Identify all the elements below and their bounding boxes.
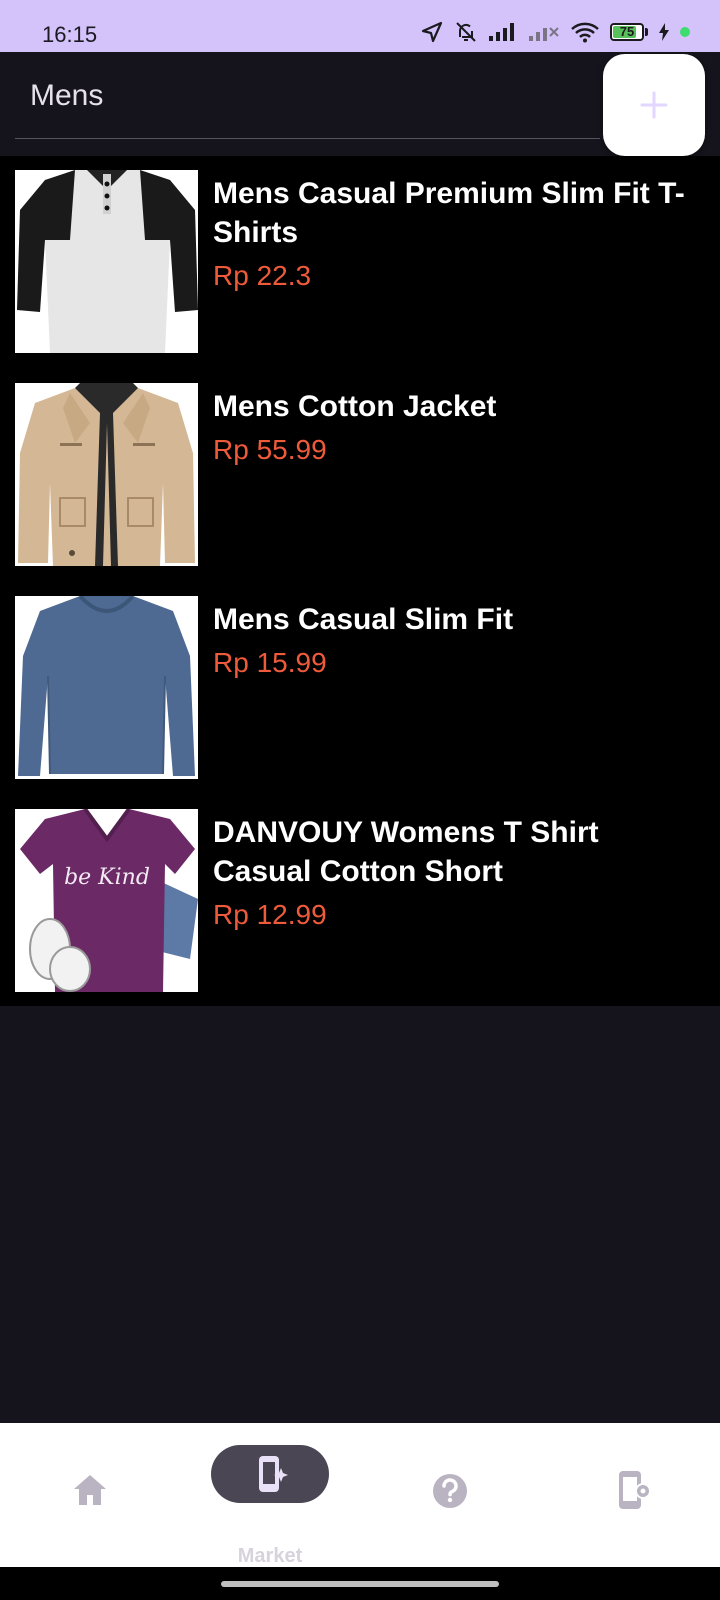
product-item[interactable]: Mens Casual Slim Fit Rp 15.99 xyxy=(0,582,720,788)
product-item[interactable]: Mens Cotton Jacket Rp 55.99 xyxy=(0,369,720,575)
help-icon xyxy=(433,1474,467,1508)
product-price: Rp 15.99 xyxy=(213,647,327,678)
charging-bolt-icon xyxy=(659,23,669,41)
product-price: Rp 55.99 xyxy=(213,434,327,465)
page-title: Mens xyxy=(30,79,104,112)
battery-tip xyxy=(645,28,648,36)
market-icon xyxy=(259,1456,288,1492)
status-bar: 16:15 75 xyxy=(0,0,720,52)
add-product-button[interactable] xyxy=(603,54,705,156)
raglan-tshirt-image xyxy=(15,170,198,353)
nav-home[interactable] xyxy=(30,1445,150,1555)
green-privacy-dot-icon xyxy=(680,27,690,37)
battery-indicator: 75 xyxy=(610,23,648,41)
status-icons: 75 xyxy=(420,20,690,44)
device-settings-icon xyxy=(619,1471,651,1509)
location-arrow-icon xyxy=(421,21,443,43)
product-name: Mens Casual Slim Fit xyxy=(213,603,514,636)
purple-vneck-tshirt-image: be Kind xyxy=(15,809,198,992)
product-item[interactable]: Mens Casual Premium Slim Fit T-Shirts Rp… xyxy=(0,156,720,362)
product-name: Mens Casual Premium Slim Fit T-Shirts xyxy=(213,177,685,249)
product-price: Rp 22.3 xyxy=(213,260,312,291)
wifi-icon xyxy=(571,22,599,43)
blue-longsleeve-image xyxy=(15,596,198,779)
nav-market[interactable]: Market xyxy=(210,1445,330,1567)
nav-help[interactable] xyxy=(390,1445,510,1555)
home-icon xyxy=(74,1475,106,1505)
product-name: Mens Cotton Jacket xyxy=(213,390,497,423)
header-divider xyxy=(15,138,600,139)
battery-text: 75 xyxy=(619,24,635,39)
product-price: Rp 12.99 xyxy=(213,899,327,930)
product-item[interactable]: be Kind DANVOUY Womens T Shirt Casual Co… xyxy=(0,795,720,1001)
status-time: 16:15 xyxy=(42,22,98,47)
gesture-bar xyxy=(0,1567,720,1600)
signal-no-service-icon xyxy=(529,27,559,41)
plus-icon xyxy=(640,91,668,119)
nav-device-settings[interactable] xyxy=(570,1445,690,1555)
gesture-handle[interactable] xyxy=(221,1581,499,1587)
product-list: Mens Casual Premium Slim Fit T-Shirts Rp… xyxy=(0,156,720,1006)
signal-icon xyxy=(489,23,514,41)
bell-off-icon xyxy=(456,22,476,42)
nav-market-label: Market xyxy=(237,1545,303,1567)
tshirt-print-text: be Kind xyxy=(64,865,150,890)
beige-jacket-image xyxy=(15,383,198,566)
product-name: DANVOUY Womens T Shirt Casual Cotton Sho… xyxy=(213,816,599,888)
battery-icon: 75 xyxy=(610,23,644,41)
